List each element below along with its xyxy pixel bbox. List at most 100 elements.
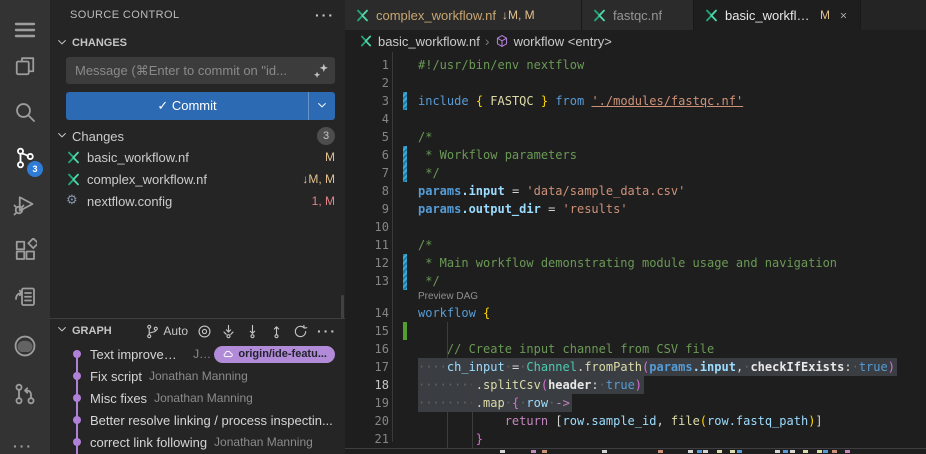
gutter-modified-indicator: [403, 272, 407, 290]
nextflow-file-icon: [592, 8, 607, 23]
code-line-4[interactable]: 4: [345, 110, 926, 128]
graph-refresh-button[interactable]: [293, 324, 308, 339]
file-row-basic_workflow.nf[interactable]: basic_workflow.nfM: [50, 146, 345, 168]
clipped-token: [823, 450, 828, 453]
line-text: params.input = 'data/sample_data.csv': [418, 182, 685, 200]
codelens-preview-dag[interactable]: Preview DAG: [418, 290, 478, 304]
gear-icon: ⚙: [66, 194, 81, 209]
code-line-13[interactable]: 13 */: [345, 272, 926, 290]
gutter-modified-indicator: [403, 164, 407, 182]
git-decoration: M: [325, 150, 335, 164]
nextflow-file-icon: [355, 8, 370, 23]
nextflow-file-icon: [359, 34, 373, 48]
activity-item-github[interactable]: [0, 326, 50, 366]
commit-dropdown-button[interactable]: [308, 92, 335, 120]
commit-message: Text improvement: [90, 347, 186, 362]
sparkle-ai-commit-icon[interactable]: [312, 62, 330, 80]
breadcrumb-symbol[interactable]: workflow <entry>: [514, 34, 612, 49]
activity-item-explorer[interactable]: [0, 46, 50, 86]
gutter-modified-indicator: [403, 254, 407, 272]
activity-item-search[interactable]: [0, 92, 50, 132]
line-number: 19: [345, 394, 389, 412]
line-text: workflow {: [418, 304, 490, 322]
commit-row[interactable]: correct link followingJonathan Manning: [50, 431, 345, 453]
clipped-token: [803, 450, 808, 453]
code-line-17[interactable]: 17····ch_input·=·Channel.fromPath(params…: [345, 358, 926, 376]
vscode-window: 3 ··· SOURCE CONTROL ··· CHANGES ✓ Commit…: [0, 0, 926, 454]
code-line-9[interactable]: 9params.output_dir = 'results': [345, 200, 926, 218]
graph-more-button[interactable]: ···: [317, 323, 337, 339]
activity-item-run-and-debug[interactable]: [0, 184, 50, 224]
code-editor[interactable]: 1#!/usr/bin/env nextflow23include { FAST…: [345, 52, 926, 454]
git-decoration: ↓M, M: [302, 172, 335, 186]
code-line-11[interactable]: 11/*: [345, 236, 926, 254]
commit-row[interactable]: Text improvementJo...origin/ide-featu...: [50, 343, 345, 365]
breadcrumb-file[interactable]: basic_workflow.nf: [378, 34, 480, 49]
graph-branch-auto-button[interactable]: Auto: [145, 324, 188, 339]
commit-row[interactable]: Misc fixesJonathan Manning: [50, 387, 345, 409]
changes-tree-row[interactable]: Changes 3: [56, 126, 335, 146]
code-line-20[interactable]: 20 return [row.sample_id, file(row.fastq…: [345, 412, 926, 430]
symbol-cube-icon: [495, 34, 509, 48]
line-text: * Main workflow demonstrating module usa…: [418, 254, 837, 272]
code-line-6[interactable]: 6 * Workflow parameters: [345, 146, 926, 164]
tab-basic_workflow.nf[interactable]: basic_workflow.nfM: [694, 0, 861, 30]
chevron-down-icon: [316, 99, 328, 114]
source-control-badge: 3: [27, 161, 43, 177]
line-text: /*: [418, 128, 432, 146]
commit-button[interactable]: ✓ Commit: [66, 92, 335, 120]
code-line-7[interactable]: 7 */: [345, 164, 926, 182]
activity-item-source-control[interactable]: 3: [0, 138, 50, 178]
graph-push-button[interactable]: [269, 324, 284, 339]
nextflow-icon: [66, 150, 81, 165]
tab-fastqc.nf[interactable]: fastqc.nf: [582, 0, 694, 30]
sidebar-title-row: SOURCE CONTROL ···: [70, 0, 335, 30]
activity-item-file-history[interactable]: [0, 276, 50, 316]
git-decoration: 1, M: [312, 194, 335, 208]
commit-row[interactable]: Fix scriptJonathan Manning: [50, 365, 345, 387]
code-line-5[interactable]: 5/*: [345, 128, 926, 146]
graph-target-button[interactable]: [197, 324, 212, 339]
line-number: 8: [345, 182, 389, 200]
file-row-complex_workflow.nf[interactable]: complex_workflow.nf↓M, M: [50, 168, 345, 190]
activity-item-pull-requests[interactable]: [0, 374, 50, 414]
gutter-added-indicator: [403, 322, 407, 340]
clipped-token: [730, 450, 735, 453]
graph-fetch-button[interactable]: [221, 324, 236, 339]
commit-message: Misc fixes: [90, 391, 147, 406]
code-line-21[interactable]: 21 }: [345, 430, 926, 448]
line-text: ········.splitCsv(header:·true): [418, 376, 644, 394]
tab-complex_workflow.nf[interactable]: complex_workflow.nf↓M, M: [345, 0, 582, 30]
activity-item-extensions[interactable]: [0, 230, 50, 270]
activity-item-menu[interactable]: [0, 10, 50, 50]
tab-label: complex_workflow.nf: [376, 8, 496, 23]
code-line-1[interactable]: 1#!/usr/bin/env nextflow: [345, 56, 926, 74]
tab-close-button[interactable]: [836, 7, 850, 23]
nextflow-file-icon: [704, 8, 719, 23]
code-line-10[interactable]: 10: [345, 218, 926, 236]
changes-section-header[interactable]: CHANGES: [56, 34, 127, 52]
code-line-8[interactable]: 8 params.input = 'data/sample_data.csv': [345, 182, 926, 200]
activity-item-additional-views[interactable]: ···: [0, 430, 50, 454]
commit-message: Better resolve linking / process inspect…: [90, 413, 333, 428]
chevron-down-icon: [56, 36, 68, 51]
extensions-icon: [13, 238, 37, 262]
commit-row[interactable]: Better resolve linking / process inspect…: [50, 409, 345, 431]
chevron-down-icon: [56, 129, 68, 144]
commit-message-input[interactable]: [66, 57, 335, 84]
code-line-15[interactable]: 15: [345, 322, 926, 340]
sidebar-more-actions-button[interactable]: ···: [315, 7, 335, 23]
changes-tree-label: Changes: [72, 129, 124, 144]
code-line-19[interactable]: 19········.map·{·row·->: [345, 394, 926, 412]
clipped-token: [500, 450, 505, 453]
graph-pull-button[interactable]: [245, 324, 260, 339]
code-line-14[interactable]: 14workflow {: [345, 304, 926, 322]
graph-section-header[interactable]: GRAPH Auto···: [56, 319, 337, 343]
code-line-12[interactable]: 12 * Main workflow demonstrating module …: [345, 254, 926, 272]
code-line-3[interactable]: 3include { FASTQC } from './modules/fast…: [345, 92, 926, 110]
code-line-2[interactable]: 2: [345, 74, 926, 92]
code-line-16[interactable]: 16 // Create input channel from CSV file: [345, 340, 926, 358]
code-line-18[interactable]: 18········.splitCsv(header:·true): [345, 376, 926, 394]
file-row-nextflow.config[interactable]: ⚙nextflow.config1, M: [50, 190, 345, 212]
clipped-token: [775, 450, 780, 453]
